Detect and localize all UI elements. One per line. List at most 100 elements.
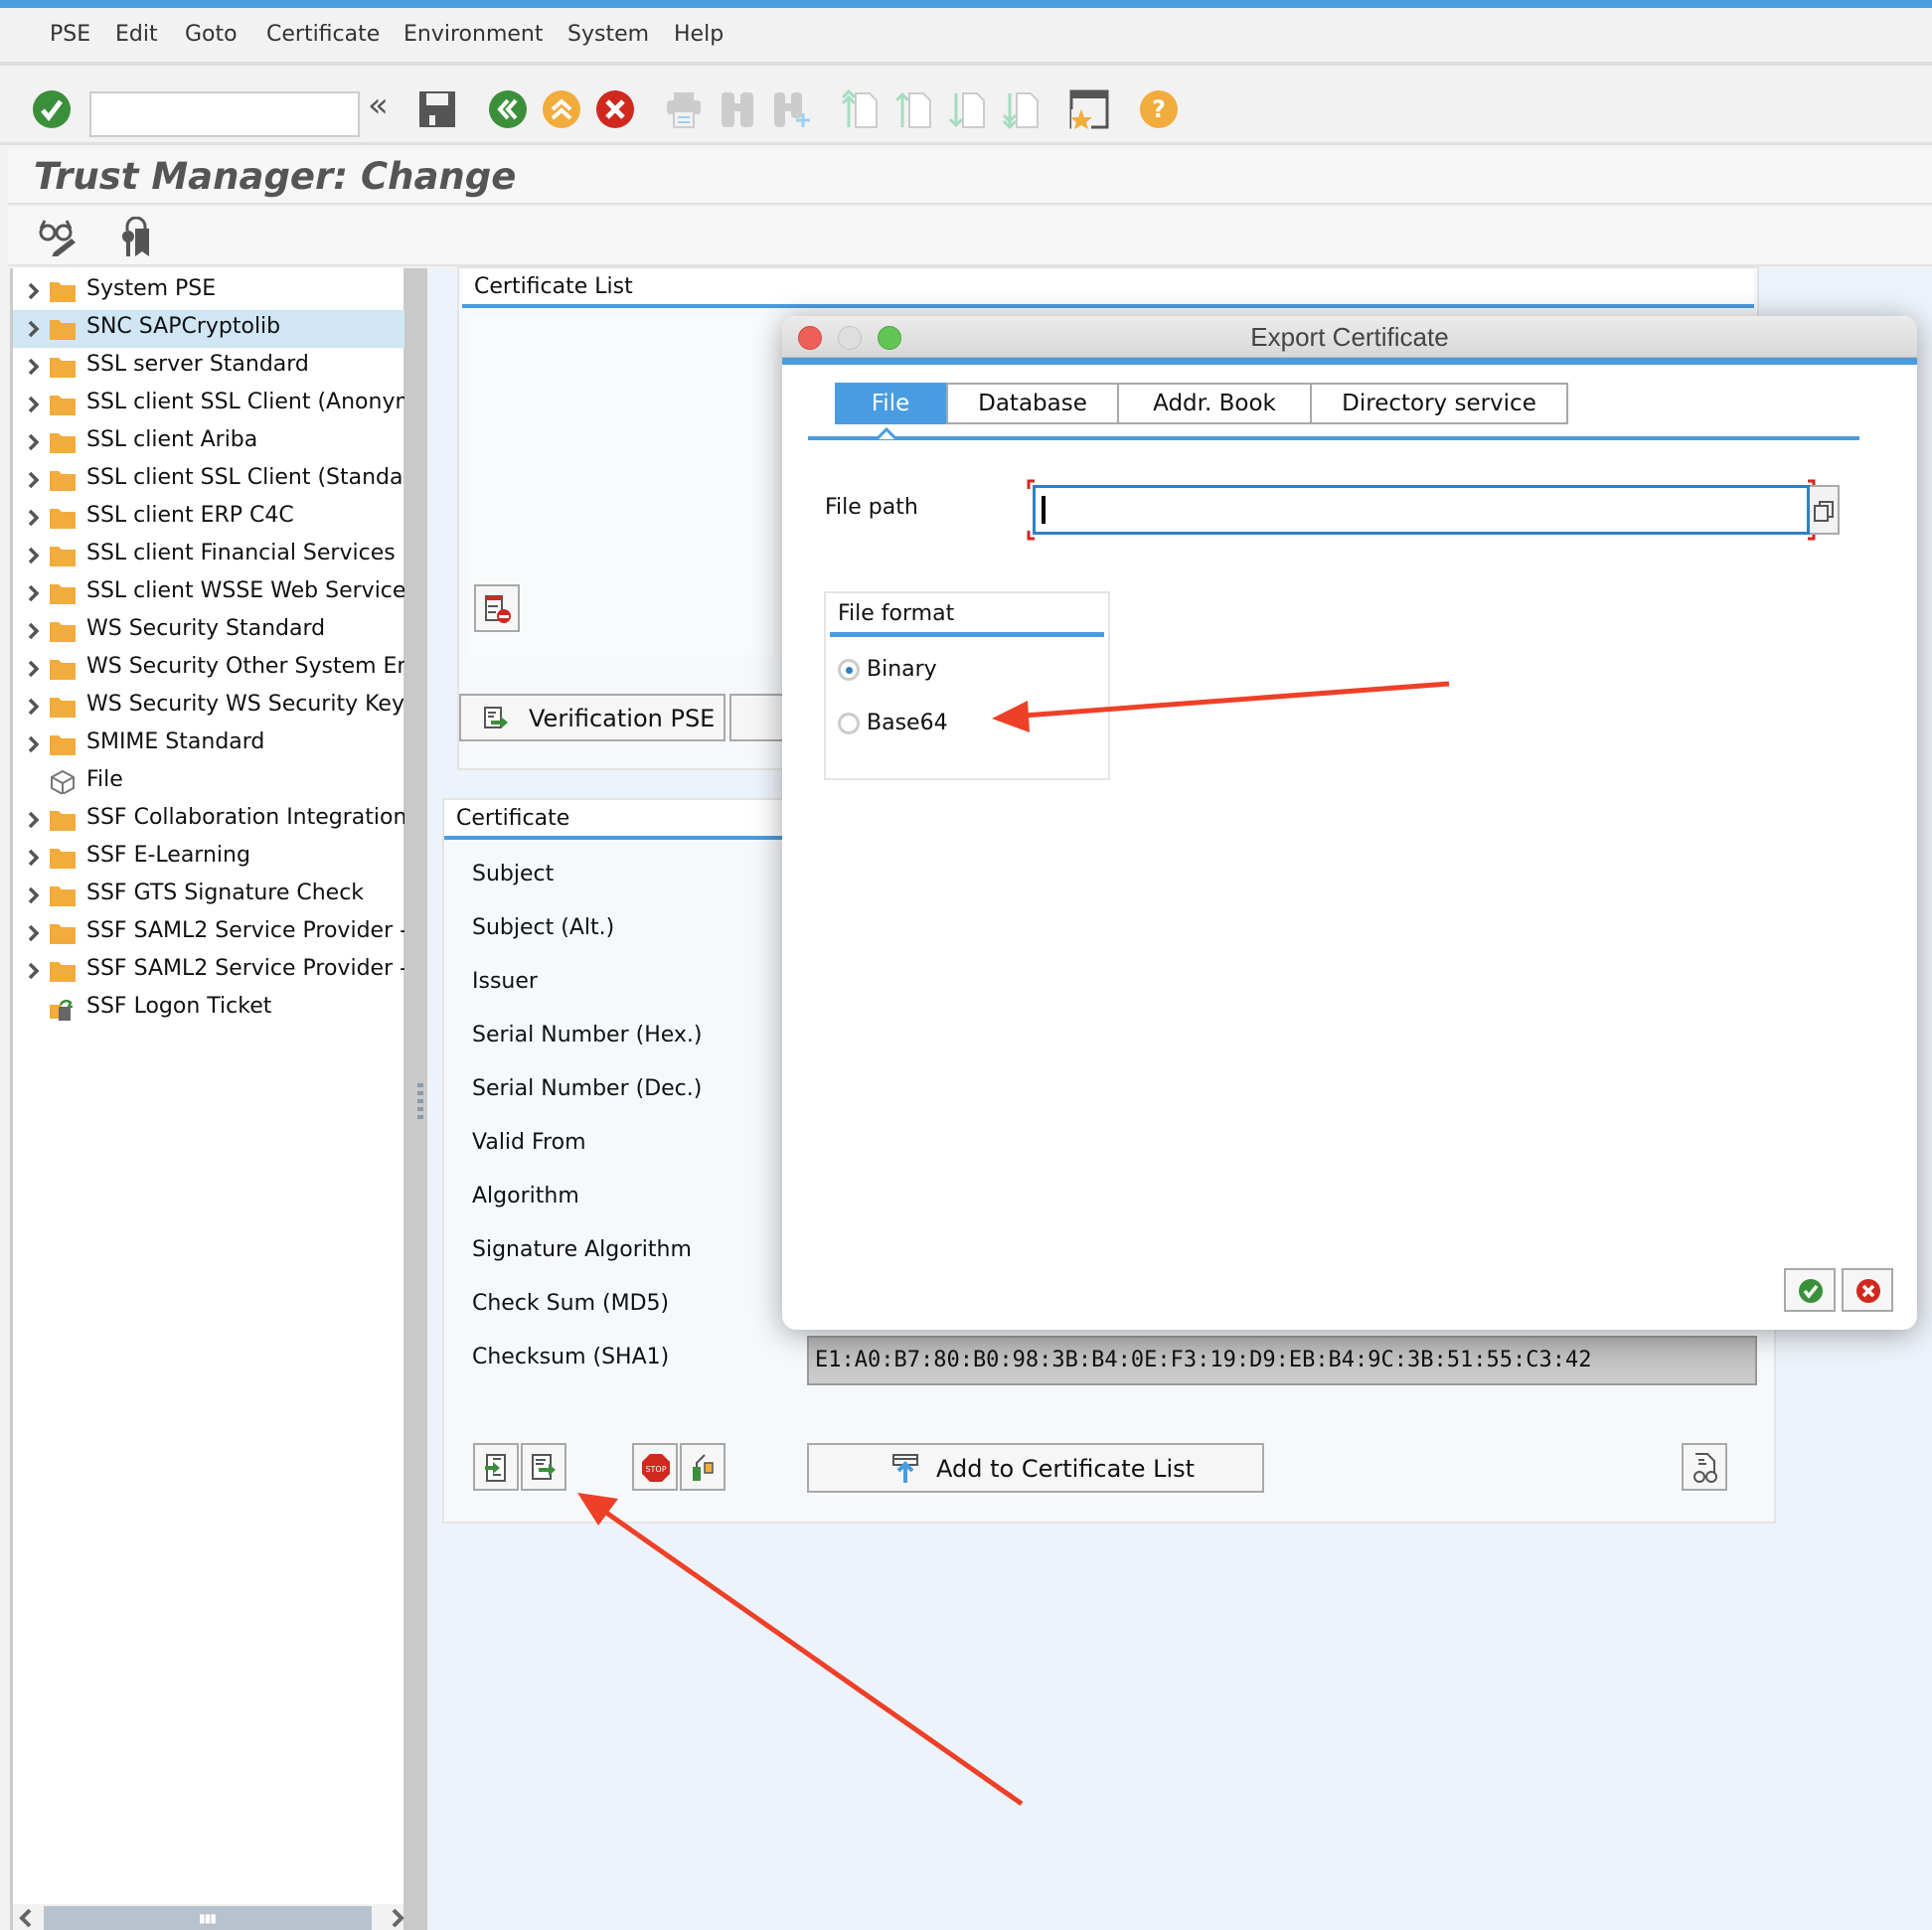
last-page-icon[interactable] xyxy=(1001,89,1041,129)
menu-environment[interactable]: Environment xyxy=(403,22,543,47)
tree-item[interactable]: SSL client SSL Client (Standar xyxy=(13,461,404,499)
certificate-field-label: Algorithm xyxy=(472,1184,579,1208)
chain-button[interactable] xyxy=(680,1443,725,1491)
file-path-value-help-button[interactable] xyxy=(1810,485,1840,535)
tab-database[interactable]: Database xyxy=(946,383,1119,424)
radio-base64-button[interactable] xyxy=(838,713,860,734)
save-icon[interactable] xyxy=(417,89,457,129)
expand-chevron-icon[interactable] xyxy=(25,317,43,341)
menu-certificate[interactable]: Certificate xyxy=(266,22,380,47)
previous-page-icon[interactable] xyxy=(893,89,933,129)
expand-chevron-icon[interactable] xyxy=(25,468,43,492)
tree-item[interactable]: WS Security WS Security Keys xyxy=(13,688,404,725)
scroll-right-icon[interactable] xyxy=(391,1908,404,1928)
expand-chevron-icon[interactable] xyxy=(25,657,43,681)
expand-chevron-icon[interactable] xyxy=(25,430,43,454)
expand-chevron-icon[interactable] xyxy=(25,393,43,416)
back-icon[interactable] xyxy=(488,89,528,129)
tab-file[interactable]: File xyxy=(835,383,946,424)
tree-item[interactable]: SSL client ERP C4C xyxy=(13,499,404,537)
folder-icon xyxy=(50,471,76,491)
certificate-chain-icon xyxy=(693,1454,714,1481)
tree-item[interactable]: SSF E-Learning xyxy=(13,839,404,877)
stop-button[interactable]: STOP xyxy=(632,1443,678,1491)
sha1-field[interactable]: E1:A0:B7:80:B0:98:3B:B4:0E:F3:19:D9:EB:B… xyxy=(807,1336,1757,1385)
key-lock-icon[interactable] xyxy=(119,217,153,256)
menu-goto[interactable]: Goto xyxy=(185,22,238,47)
expand-chevron-icon[interactable] xyxy=(25,884,43,907)
radio-binary[interactable]: Binary xyxy=(838,657,937,682)
create-shortcut-icon[interactable] xyxy=(1069,89,1109,129)
expand-chevron-icon[interactable] xyxy=(25,959,43,983)
radio-binary-button[interactable] xyxy=(838,659,860,681)
tree-item[interactable]: SSF Collaboration Integration xyxy=(13,801,404,839)
expand-chevron-icon[interactable] xyxy=(25,732,43,756)
first-page-icon[interactable] xyxy=(840,89,880,129)
find-next-icon[interactable] xyxy=(771,89,811,129)
tree-item[interactable]: WS Security Standard xyxy=(13,612,404,650)
print-icon[interactable] xyxy=(664,89,704,129)
import-certificate-button[interactable] xyxy=(473,1443,519,1491)
folder-icon xyxy=(50,924,76,944)
export-certificate-button[interactable] xyxy=(521,1443,566,1491)
expand-chevron-icon[interactable] xyxy=(25,695,43,719)
remove-certificate-button[interactable] xyxy=(474,584,520,632)
secondary-pse-button[interactable] xyxy=(729,694,789,741)
next-page-icon[interactable] xyxy=(947,89,987,129)
tree-item[interactable]: SSF Logon Ticket xyxy=(13,990,404,1028)
cancel-icon[interactable] xyxy=(595,89,635,129)
menu-system[interactable]: System xyxy=(567,22,649,47)
tree-item[interactable]: File xyxy=(13,763,404,801)
expand-chevron-icon[interactable] xyxy=(25,355,43,379)
add-to-certificate-list-button[interactable]: Add to Certificate List xyxy=(807,1443,1264,1493)
tree-item[interactable]: SSL client WSSE Web Service Se xyxy=(13,574,404,612)
folder-icon xyxy=(50,509,76,529)
tree-item[interactable]: SNC SAPCryptolib xyxy=(13,310,404,348)
menu-help[interactable]: Help xyxy=(674,22,724,47)
find-icon[interactable] xyxy=(718,89,757,129)
dialog-title-bar[interactable]: Export Certificate xyxy=(782,316,1917,358)
dialog-confirm-button[interactable] xyxy=(1784,1268,1836,1312)
display-certificate-button[interactable] xyxy=(1682,1443,1727,1491)
tree-horizontal-scrollbar[interactable]: ▮▮▮ xyxy=(13,1904,404,1930)
expand-chevron-icon[interactable] xyxy=(25,279,43,303)
radio-base64[interactable]: Base64 xyxy=(838,711,948,735)
expand-chevron-icon[interactable] xyxy=(25,619,43,643)
tree-item[interactable]: SSL client Ariba xyxy=(13,423,404,461)
dialog-cancel-button[interactable] xyxy=(1842,1268,1893,1312)
svg-text:STOP: STOP xyxy=(645,1465,666,1474)
tab-addr-book[interactable]: Addr. Book xyxy=(1117,383,1312,424)
expand-chevron-icon[interactable] xyxy=(25,581,43,605)
exit-icon[interactable] xyxy=(542,89,581,129)
tree-item-label: SSL client Ariba xyxy=(86,427,258,452)
menu-pse[interactable]: PSE xyxy=(50,22,90,47)
tab-directory-service[interactable]: Directory service xyxy=(1310,383,1568,424)
tree-item[interactable]: SSL server Standard xyxy=(13,348,404,386)
expand-chevron-icon[interactable] xyxy=(25,808,43,832)
splitter-grip[interactable] xyxy=(417,1083,423,1123)
menu-edit[interactable]: Edit xyxy=(115,22,158,47)
scrollbar-thumb[interactable]: ▮▮▮ xyxy=(44,1906,372,1930)
help-icon[interactable]: ? xyxy=(1139,89,1179,129)
expand-chevron-icon[interactable] xyxy=(25,544,43,567)
certificate-field-label: Subject xyxy=(472,862,555,886)
tree-item[interactable]: SSL client SSL Client (Anonymo xyxy=(13,386,404,423)
scroll-left-icon[interactable] xyxy=(19,1908,33,1928)
expand-chevron-icon[interactable] xyxy=(25,921,43,945)
export-certificate-icon xyxy=(532,1454,556,1480)
expand-chevron-icon[interactable] xyxy=(25,506,43,530)
tree-item[interactable]: SSF GTS Signature Check xyxy=(13,877,404,914)
command-field[interactable] xyxy=(89,91,360,137)
tree-item[interactable]: SMIME Standard xyxy=(13,725,404,763)
tree-item[interactable]: SSF SAML2 Service Provider - E xyxy=(13,914,404,952)
collapse-command-field-icon[interactable]: « xyxy=(368,85,389,125)
tree-item[interactable]: SSL client Financial Services xyxy=(13,537,404,574)
tree-item[interactable]: System PSE xyxy=(13,272,404,310)
splitter[interactable] xyxy=(415,268,427,1930)
tree-item[interactable]: SSF SAML2 Service Provider - S xyxy=(13,952,404,990)
tree-item[interactable]: WS Security Other System Encry xyxy=(13,650,404,688)
enter-icon[interactable] xyxy=(32,89,72,129)
expand-chevron-icon[interactable] xyxy=(25,846,43,870)
verification-pse-button[interactable]: Verification PSE xyxy=(459,694,725,741)
display-change-icon[interactable] xyxy=(38,217,78,256)
